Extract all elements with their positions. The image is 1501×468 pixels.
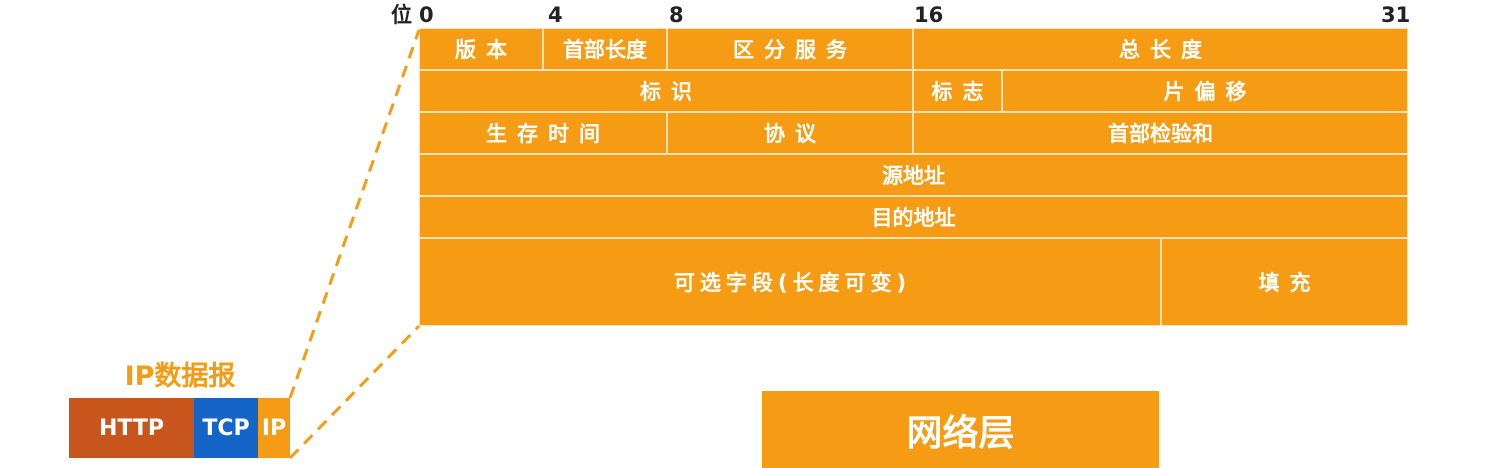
connector-line-top — [288, 29, 421, 399]
network-layer-label: 网络层 — [762, 391, 1159, 468]
segment-http: HTTP — [69, 398, 194, 458]
connector-line-bottom — [288, 324, 421, 460]
segment-ip: IP — [258, 398, 290, 458]
segment-tcp: TCP — [194, 398, 258, 458]
datagram-title: IP数据报 — [124, 361, 236, 392]
